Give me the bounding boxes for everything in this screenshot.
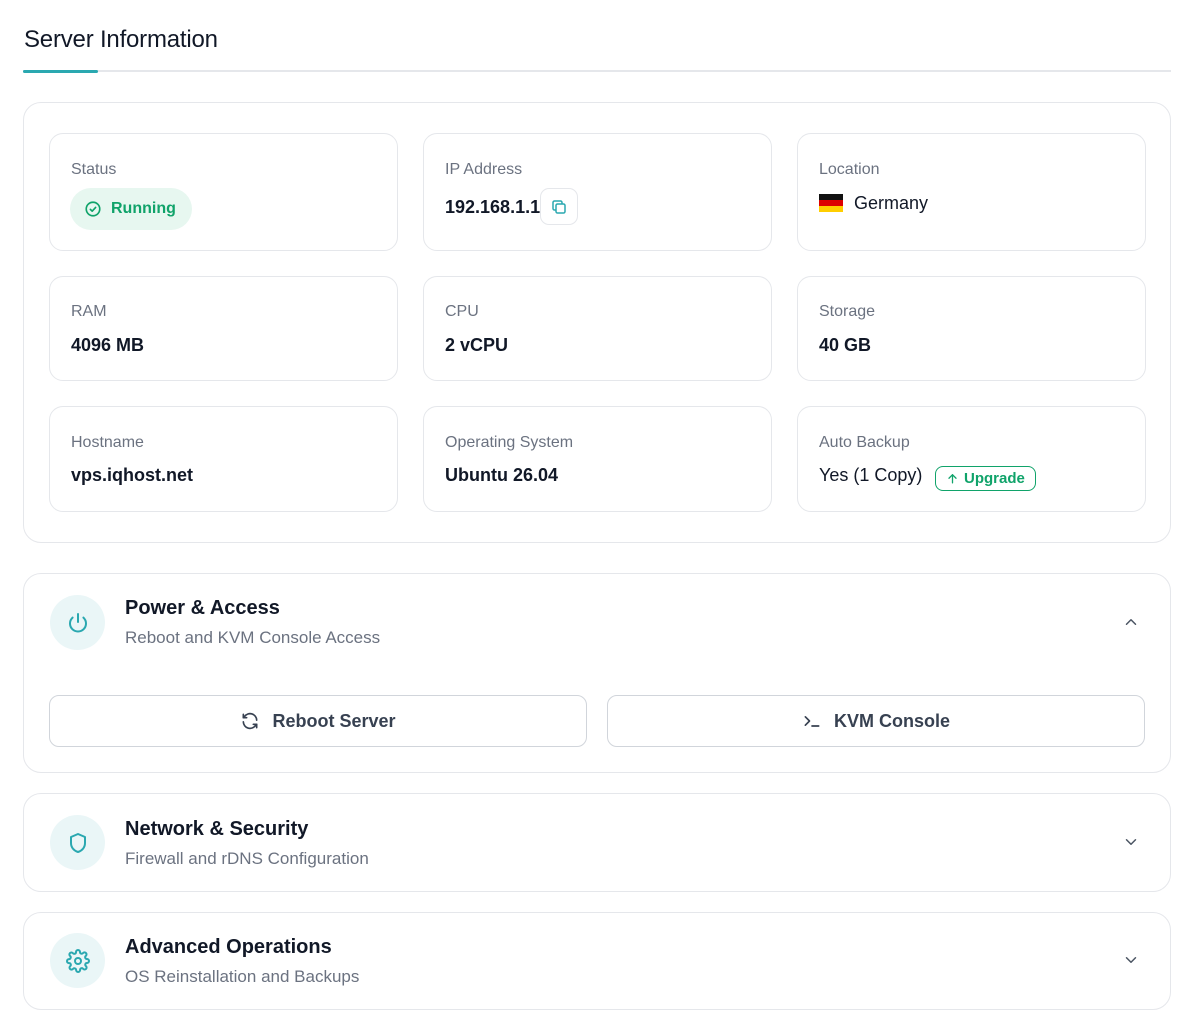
shield-icon (66, 831, 90, 855)
os-card: Operating System Ubuntu 26.04 (423, 406, 772, 512)
copy-button[interactable] (540, 188, 578, 225)
chevron-down-icon (1122, 951, 1140, 969)
location-card: Location Germany (797, 133, 1146, 251)
auto-backup-value: Yes (1 Copy) (819, 465, 923, 485)
auto-backup-label: Auto Backup (819, 434, 910, 451)
power-access-title: Power & Access (125, 597, 280, 619)
upgrade-label: Upgrade (964, 470, 1025, 487)
advanced-operations-subtitle: OS Reinstallation and Backups (125, 967, 360, 986)
copy-icon (550, 198, 568, 216)
power-icon (66, 611, 90, 635)
ip-address-value: 192.168.1.1 (445, 197, 541, 217)
os-label: Operating System (445, 434, 574, 451)
ip-address-label: IP Address (445, 161, 523, 178)
network-security-section[interactable]: Network & Security Firewall and rDNS Con… (23, 793, 1171, 892)
hostname-value: vps.iqhost.net (71, 465, 194, 485)
network-security-title: Network & Security (125, 818, 309, 840)
location-value: Germany (854, 193, 929, 213)
cpu-card: CPU 2 vCPU (423, 276, 772, 381)
power-access-subtitle: Reboot and KVM Console Access (125, 628, 381, 647)
arrow-up-icon (946, 472, 959, 485)
network-security-subtitle: Firewall and rDNS Configuration (125, 849, 369, 868)
server-info-panel: Status Running IP Address 192.168.1.1 Lo… (23, 102, 1171, 543)
page-title: Server Information (24, 26, 218, 53)
gear-icon-wrap (50, 933, 105, 988)
ram-value: 4096 MB (71, 335, 145, 355)
ram-card: RAM 4096 MB (49, 276, 398, 381)
hostname-card: Hostname vps.iqhost.net (49, 406, 398, 512)
cpu-value: 2 vCPU (445, 335, 509, 355)
os-value: Ubuntu 26.04 (445, 465, 559, 485)
terminal-icon (802, 711, 822, 731)
hostname-label: Hostname (71, 434, 144, 451)
expand-advanced-button[interactable] (1120, 949, 1142, 971)
storage-card: Storage 40 GB (797, 276, 1146, 381)
auto-backup-card: Auto Backup Yes (1 Copy) Upgrade (797, 406, 1146, 512)
refresh-icon (240, 711, 260, 731)
check-circle-icon (84, 200, 102, 218)
germany-flag-icon (819, 194, 843, 212)
gear-icon (65, 948, 90, 973)
reboot-server-button[interactable]: Reboot Server (49, 695, 587, 747)
ram-label: RAM (71, 303, 107, 320)
kvm-console-button[interactable]: KVM Console (607, 695, 1145, 747)
chevron-down-icon (1122, 833, 1140, 851)
status-label: Status (71, 161, 117, 178)
power-access-section: Power & Access Reboot and KVM Console Ac… (23, 573, 1171, 773)
expand-network-button[interactable] (1120, 831, 1142, 853)
upgrade-button[interactable]: Upgrade (935, 466, 1036, 491)
ip-address-card: IP Address 192.168.1.1 (423, 133, 772, 251)
cpu-label: CPU (445, 303, 479, 320)
power-icon-wrap (50, 595, 105, 650)
status-value: Running (111, 200, 176, 217)
storage-value: 40 GB (819, 335, 872, 355)
status-card: Status Running (49, 133, 398, 251)
kvm-console-label: KVM Console (833, 710, 950, 731)
chevron-up-icon (1122, 613, 1140, 631)
reboot-server-label: Reboot Server (272, 710, 396, 731)
collapse-power-button[interactable] (1120, 611, 1142, 633)
storage-label: Storage (819, 303, 876, 320)
advanced-operations-section[interactable]: Advanced Operations OS Reinstallation an… (23, 912, 1171, 1010)
title-underline (23, 70, 98, 73)
shield-icon-wrap (50, 815, 105, 870)
title-divider (23, 70, 1171, 72)
status-badge: Running (70, 188, 192, 230)
location-label: Location (819, 161, 880, 178)
advanced-operations-title: Advanced Operations (125, 936, 332, 958)
